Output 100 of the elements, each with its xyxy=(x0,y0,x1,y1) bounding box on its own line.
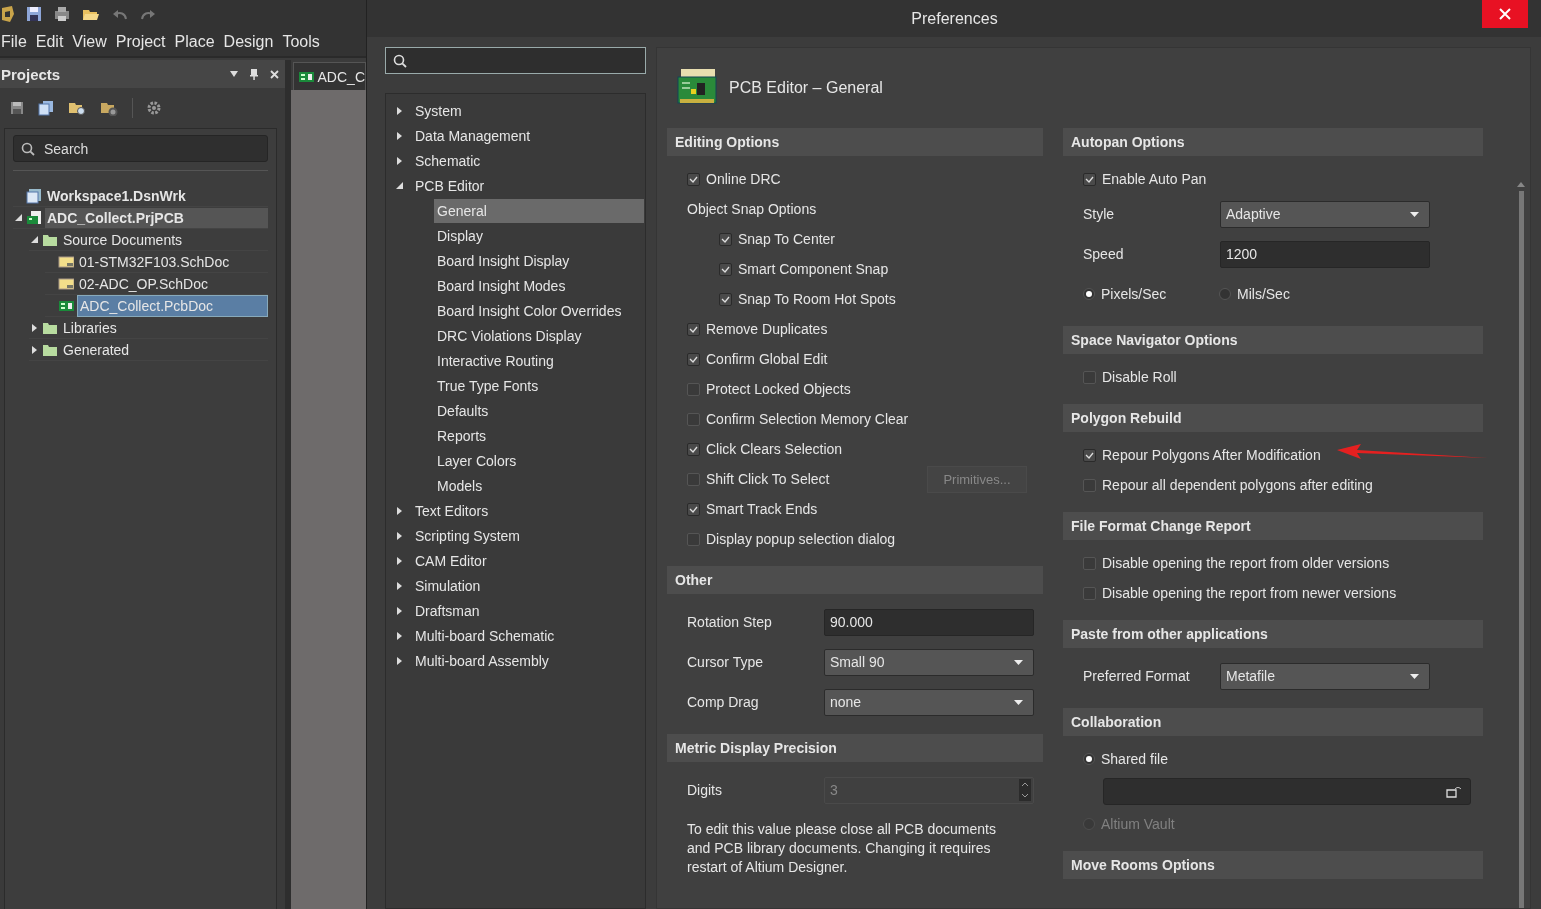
collapse-caret-icon[interactable] xyxy=(395,182,403,189)
tree-item[interactable]: System xyxy=(412,98,465,123)
checkbox[interactable] xyxy=(687,502,700,516)
tree-item[interactable]: Reports xyxy=(434,423,490,448)
dropdown[interactable]: Adaptive xyxy=(1220,200,1430,228)
checkbox[interactable] xyxy=(1083,586,1096,600)
tree-item[interactable]: Board Insight Color Overrides xyxy=(434,298,625,323)
app-logo-icon[interactable] xyxy=(2,4,14,24)
checkbox[interactable] xyxy=(687,382,700,396)
expand-caret-icon[interactable] xyxy=(31,323,37,332)
checkbox[interactable] xyxy=(719,232,732,246)
checkbox[interactable] xyxy=(1083,556,1096,570)
tree-item[interactable]: Models xyxy=(434,473,486,498)
menu-item[interactable]: File xyxy=(0,33,35,51)
undo-icon[interactable] xyxy=(112,8,128,20)
tree-item[interactable]: ADC_Collect.PrjPCB xyxy=(45,207,268,228)
tree-item[interactable]: Libraries xyxy=(61,317,119,338)
tree-item[interactable]: Board Insight Display xyxy=(434,248,573,273)
checkbox[interactable] xyxy=(719,262,732,276)
tree-item[interactable]: True Type Fonts xyxy=(434,373,542,398)
checkbox[interactable] xyxy=(1083,478,1096,492)
tree-item[interactable]: Data Management xyxy=(412,123,534,148)
tree-item[interactable]: 02-ADC_OP.SchDoc xyxy=(77,273,210,294)
menu-item[interactable]: Place xyxy=(173,33,223,51)
dropdown-icon[interactable] xyxy=(229,71,238,77)
folder-search-icon[interactable] xyxy=(68,100,86,116)
collapse-caret-icon[interactable] xyxy=(30,236,38,243)
expand-caret-icon[interactable] xyxy=(396,581,402,590)
checkbox[interactable] xyxy=(1083,172,1096,186)
checkbox[interactable] xyxy=(719,292,732,306)
checkbox[interactable] xyxy=(687,472,700,486)
expand-caret-icon[interactable] xyxy=(396,606,402,615)
radio-button[interactable] xyxy=(1083,753,1095,765)
scrollbar[interactable] xyxy=(1515,182,1527,908)
tree-item[interactable]: PCB Editor xyxy=(412,173,488,198)
tree-item[interactable]: Text Editors xyxy=(412,498,492,523)
save-icon[interactable] xyxy=(10,101,24,115)
menu-item[interactable]: Design xyxy=(222,33,282,51)
tree-item[interactable]: Layer Colors xyxy=(434,448,520,473)
settings-icon[interactable] xyxy=(147,101,161,115)
checkbox[interactable] xyxy=(687,352,700,366)
tree-item[interactable]: Multi-board Schematic xyxy=(412,623,558,648)
tree-item[interactable]: Simulation xyxy=(412,573,484,598)
checkbox[interactable] xyxy=(687,532,700,546)
tree-item[interactable]: Generated xyxy=(61,339,132,360)
redo-icon[interactable] xyxy=(140,8,156,20)
menu-item[interactable]: Tools xyxy=(281,33,328,51)
checkbox[interactable] xyxy=(687,322,700,336)
menu-item[interactable]: View xyxy=(71,33,115,51)
path-field[interactable] xyxy=(1103,778,1471,805)
checkbox[interactable] xyxy=(687,412,700,426)
menu-item[interactable]: Edit xyxy=(34,33,72,51)
tree-item[interactable]: Scripting System xyxy=(412,523,524,548)
tree-item[interactable]: Defaults xyxy=(434,398,492,423)
search-field[interactable]: Search xyxy=(13,135,268,162)
tree-item[interactable]: Source Documents xyxy=(61,229,185,250)
tree-item[interactable]: Display xyxy=(434,223,486,248)
radio-button[interactable] xyxy=(1083,288,1095,300)
tree-item[interactable]: Schematic xyxy=(412,148,484,173)
tree-item[interactable]: Draftsman xyxy=(412,598,483,623)
pin-icon[interactable] xyxy=(249,68,258,80)
checkbox[interactable] xyxy=(687,442,700,456)
tree-item[interactable]: Board Insight Modes xyxy=(434,273,569,298)
close-button[interactable] xyxy=(1482,0,1528,28)
document-tab[interactable]: ADC_C xyxy=(292,62,366,90)
print-icon[interactable] xyxy=(54,6,70,22)
dropdown[interactable]: none xyxy=(824,688,1034,716)
checkbox[interactable] xyxy=(687,172,700,186)
collapse-caret-icon[interactable] xyxy=(14,214,22,221)
expand-caret-icon[interactable] xyxy=(396,106,402,115)
tree-item[interactable]: General xyxy=(434,198,644,223)
dropdown[interactable]: Small 90 xyxy=(824,648,1034,676)
expand-caret-icon[interactable] xyxy=(396,656,402,665)
close-icon[interactable] xyxy=(269,69,279,79)
tree-item[interactable]: DRC Violations Display xyxy=(434,323,585,348)
folder-gear-icon[interactable] xyxy=(100,100,118,116)
dropdown[interactable]: Metafile xyxy=(1220,662,1430,690)
input-field[interactable]: 90.000 xyxy=(824,608,1034,636)
expand-caret-icon[interactable] xyxy=(396,156,402,165)
expand-caret-icon[interactable] xyxy=(396,531,402,540)
section-header: Polygon Rebuild xyxy=(1063,404,1483,432)
tree-item[interactable]: Interactive Routing xyxy=(434,348,557,373)
expand-caret-icon[interactable] xyxy=(396,131,402,140)
radio-button[interactable] xyxy=(1219,288,1231,300)
tree-item[interactable]: CAM Editor xyxy=(412,548,490,573)
expand-caret-icon[interactable] xyxy=(396,506,402,515)
expand-caret-icon[interactable] xyxy=(31,345,37,354)
checkbox[interactable] xyxy=(1083,370,1096,384)
documents-icon[interactable] xyxy=(38,100,54,116)
scroll-up-icon[interactable] xyxy=(1517,182,1525,187)
expand-caret-icon[interactable] xyxy=(396,631,402,640)
save-icon[interactable] xyxy=(26,6,42,22)
menu-item[interactable]: Project xyxy=(114,33,174,51)
checkbox[interactable] xyxy=(1083,448,1096,462)
input-field[interactable]: 1200 xyxy=(1220,240,1430,268)
search-field[interactable] xyxy=(385,47,646,74)
tree-item[interactable]: 01-STM32F103.SchDoc xyxy=(77,251,232,272)
tree-item[interactable]: Multi-board Assembly xyxy=(412,648,552,673)
expand-caret-icon[interactable] xyxy=(396,556,402,565)
tree-item[interactable]: Workspace1.DsnWrk xyxy=(45,185,188,206)
